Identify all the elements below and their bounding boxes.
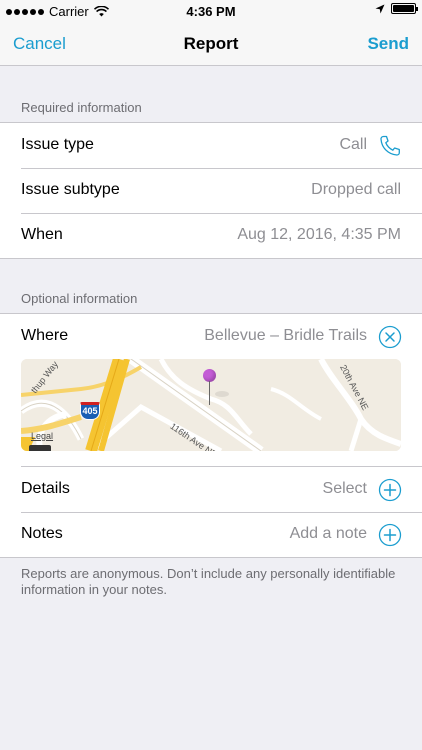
status-bar: Carrier 4:36 PM bbox=[0, 0, 422, 22]
anonymity-note: Reports are anonymous. Don’t include any… bbox=[21, 566, 396, 597]
where-row[interactable]: Where Bellevue – Bridle Trails bbox=[0, 314, 422, 359]
where-value: Bellevue – Bridle Trails bbox=[204, 327, 367, 344]
map-pin-icon bbox=[203, 369, 229, 411]
add-icon[interactable] bbox=[378, 478, 402, 502]
send-button[interactable]: Send bbox=[367, 34, 409, 54]
notes-placeholder: Add a note bbox=[289, 525, 367, 542]
when-label: When bbox=[21, 226, 63, 243]
map-container: 405 116th Ave NE 20th Ave NE thup Way Le… bbox=[0, 359, 422, 467]
issue-type-label: Issue type bbox=[21, 136, 94, 153]
details-value: Select bbox=[322, 480, 367, 497]
optional-section-header: Optional information bbox=[21, 291, 138, 306]
phone-icon bbox=[380, 135, 400, 156]
navigation-bar: Cancel Report Send bbox=[0, 22, 422, 66]
when-row[interactable]: When Aug 12, 2016, 4:35 PM bbox=[0, 213, 422, 258]
notes-row[interactable]: Notes Add a note bbox=[0, 512, 422, 557]
required-section-header: Required information bbox=[21, 100, 142, 115]
issue-subtype-value: Dropped call bbox=[311, 181, 401, 198]
issue-subtype-label: Issue subtype bbox=[21, 181, 120, 198]
page-title: Report bbox=[183, 34, 239, 53]
map-legal-link[interactable]: Legal bbox=[31, 431, 53, 441]
interstate-shield-icon: 405 bbox=[80, 402, 100, 420]
issue-subtype-row[interactable]: Issue subtype Dropped call bbox=[0, 168, 422, 213]
add-icon[interactable] bbox=[378, 523, 402, 547]
notes-label: Notes bbox=[21, 525, 63, 542]
details-row[interactable]: Details Select bbox=[0, 467, 422, 512]
location-map[interactable]: 405 116th Ave NE 20th Ave NE thup Way Le… bbox=[21, 359, 401, 451]
issue-type-row[interactable]: Issue type Call bbox=[0, 123, 422, 168]
battery-icon bbox=[391, 3, 418, 14]
issue-type-value: Call bbox=[339, 136, 367, 153]
location-arrow-icon bbox=[375, 4, 385, 13]
where-label: Where bbox=[21, 327, 69, 344]
optional-group: Where Bellevue – Bridle Trails 405 116th… bbox=[0, 313, 422, 558]
clear-icon[interactable] bbox=[378, 325, 402, 349]
when-value: Aug 12, 2016, 4:35 PM bbox=[237, 226, 401, 243]
status-time: 4:36 PM bbox=[186, 4, 236, 19]
details-label: Details bbox=[21, 480, 70, 497]
required-group: Issue type Call Issue subtype Dropped ca… bbox=[0, 122, 422, 259]
